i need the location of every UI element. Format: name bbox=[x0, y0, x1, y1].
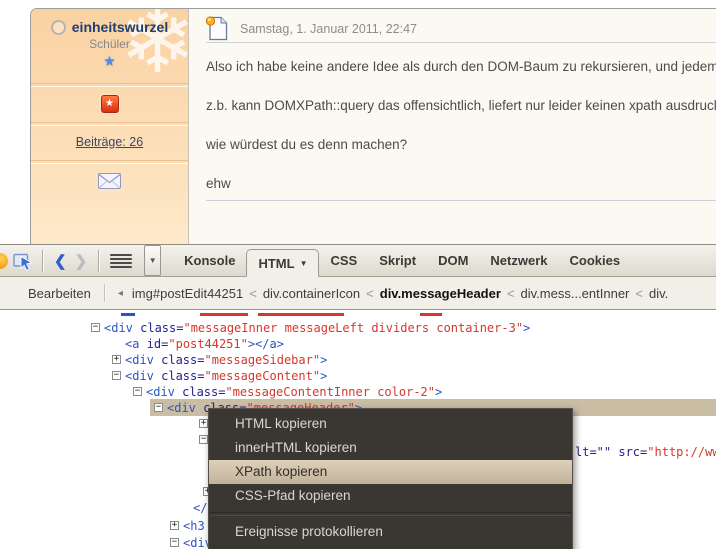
breadcrumb-item[interactable]: div.containerIcon bbox=[263, 286, 360, 301]
menu-icon[interactable] bbox=[110, 254, 132, 268]
breadcrumb-chevron: < bbox=[249, 286, 257, 301]
html-tree: −<div class="messageInner messageLeft di… bbox=[0, 310, 716, 549]
firebug-toolbar: ❮ ❯ ▼ Konsole HTML ▼ CSS Skript DOM Netzwerk Co… bbox=[0, 244, 716, 277]
context-menu: HTML kopiereninnerHTML kopierenXPath kop… bbox=[208, 408, 573, 549]
post-author-sidebar: ❄ einheitswurzel Schüler ★ ★ Beiträge: 2… bbox=[31, 9, 189, 253]
breadcrumb-item[interactable]: div.mess...entInner bbox=[521, 286, 630, 301]
expand-toggle-icon[interactable]: + bbox=[199, 419, 208, 428]
tab-label: Cookies bbox=[569, 253, 620, 268]
panel-dropdown-button[interactable]: ▼ bbox=[144, 245, 161, 276]
menu-item-xpath-kopieren[interactable]: XPath kopieren bbox=[209, 460, 572, 484]
tree-node-row[interactable]: −<div class="messageContent"> bbox=[0, 368, 716, 384]
menu-item-css-pfad-kopieren[interactable]: CSS-Pfad kopieren bbox=[209, 484, 572, 508]
rank-star-icon: ★ bbox=[31, 53, 188, 69]
forum-post-region: ❄ einheitswurzel Schüler ★ ★ Beiträge: 2… bbox=[0, 0, 716, 244]
post-body: Also ich habe keine andere Idee als durc… bbox=[206, 43, 716, 191]
clipped-row-fragment bbox=[420, 313, 442, 316]
breadcrumb-item[interactable]: img#postEdit44251 bbox=[132, 286, 243, 301]
breadcrumb-separator bbox=[104, 284, 105, 302]
forward-icon[interactable]: ❯ bbox=[71, 252, 92, 270]
post-paragraph: z.b. kann DOMXPath::query das offensicht… bbox=[206, 98, 716, 113]
firebug-icon[interactable] bbox=[0, 253, 8, 269]
tree-node-source: <div class="messageContentInner color-2"… bbox=[146, 384, 442, 400]
inspect-element-icon[interactable] bbox=[13, 250, 35, 272]
award-badge-icon: ★ bbox=[101, 95, 119, 113]
expand-toggle-icon[interactable]: − bbox=[154, 403, 163, 412]
author-name-link[interactable]: einheitswurzel bbox=[72, 19, 168, 35]
breadcrumb-chevron: < bbox=[635, 286, 643, 301]
breadcrumb-bar: Bearbeiten ◂ img#postEdit44251 < div.conta… bbox=[0, 277, 716, 310]
tab-html[interactable]: HTML ▼ bbox=[246, 249, 319, 277]
tree-node-source: <div class="messageInner messageLeft div… bbox=[104, 320, 530, 336]
breadcrumb-scroll-icon[interactable]: ◂ bbox=[118, 288, 123, 299]
tab-label: Netzwerk bbox=[490, 253, 547, 268]
author-section: einheitswurzel Schüler ★ bbox=[31, 9, 188, 83]
post-paragraph: wie würdest du es denn machen? bbox=[206, 137, 716, 152]
post-header: Samstag, 1. Januar 2011, 22:47 bbox=[206, 9, 716, 42]
tab-label: CSS bbox=[330, 253, 357, 268]
mail-section bbox=[31, 164, 188, 194]
expand-toggle-icon[interactable]: + bbox=[112, 355, 121, 364]
post-container: ❄ einheitswurzel Schüler ★ ★ Beiträge: 2… bbox=[30, 8, 716, 254]
expand-toggle-icon[interactable]: − bbox=[112, 371, 121, 380]
menu-item-html-kopieren[interactable]: HTML kopieren bbox=[209, 412, 572, 436]
post-timestamp: Samstag, 1. Januar 2011, 22:47 bbox=[240, 22, 417, 36]
author-rank: Schüler bbox=[31, 37, 188, 51]
breadcrumb-item[interactable]: div.messageHeader bbox=[380, 286, 501, 301]
firebug-tabs: Konsole HTML ▼ CSS Skript DOM Netzwerk Cookies bbox=[173, 245, 631, 276]
clipped-row-fragment bbox=[121, 313, 135, 316]
back-icon[interactable]: ❮ bbox=[50, 252, 71, 270]
tree-node-source: <a id="post44251"></a> bbox=[125, 336, 284, 352]
online-status-icon bbox=[51, 20, 66, 35]
tab-label: Skript bbox=[379, 253, 416, 268]
tab-skript[interactable]: Skript bbox=[368, 245, 427, 276]
breadcrumb-chevron: < bbox=[507, 286, 515, 301]
menu-item-ereignisse-protokollieren[interactable]: Ereignisse protokollieren bbox=[209, 520, 572, 544]
tab-label: Konsole bbox=[184, 253, 235, 268]
edit-button[interactable]: Bearbeiten bbox=[28, 286, 91, 301]
tree-node-source: lt="" src="http://ww bbox=[575, 444, 716, 460]
expand-toggle-icon[interactable]: + bbox=[170, 521, 179, 530]
expand-toggle-icon[interactable]: − bbox=[91, 323, 100, 332]
tree-node-row[interactable]: −<div class="messageContentInner color-2… bbox=[0, 384, 716, 400]
menu-separator bbox=[210, 512, 571, 516]
expand-toggle-icon[interactable]: − bbox=[199, 435, 208, 444]
tree-node-source: <div class="messageSidebar"> bbox=[125, 352, 327, 368]
chevron-down-icon[interactable]: ▼ bbox=[300, 259, 308, 268]
toolbar-separator bbox=[42, 250, 43, 272]
tab-dom[interactable]: DOM bbox=[427, 245, 479, 276]
posts-section: Beiträge: 26 bbox=[31, 126, 188, 160]
tab-netzwerk[interactable]: Netzwerk bbox=[479, 245, 558, 276]
tab-label: DOM bbox=[438, 253, 468, 268]
toolbar-separator bbox=[98, 250, 99, 272]
tree-node-source: <h3 bbox=[183, 518, 205, 534]
email-icon[interactable] bbox=[98, 173, 121, 189]
badge-section: ★ bbox=[31, 87, 188, 122]
post-paragraph: Also ich habe keine andere Idee als durc… bbox=[206, 59, 716, 74]
tab-cookies[interactable]: Cookies bbox=[558, 245, 631, 276]
breadcrumb-chevron: < bbox=[366, 286, 374, 301]
breadcrumb-item[interactable]: div. bbox=[649, 286, 668, 301]
post-end-divider bbox=[206, 200, 716, 201]
clipped-row-fragment bbox=[258, 313, 344, 316]
post-paragraph: ehw bbox=[206, 176, 716, 191]
expand-toggle-icon[interactable]: − bbox=[133, 387, 142, 396]
firebug-panel: ❮ ❯ ▼ Konsole HTML ▼ CSS Skript DOM Netzwerk Co… bbox=[0, 244, 716, 549]
tab-css[interactable]: CSS bbox=[319, 245, 368, 276]
tree-node-row[interactable]: + <div class="messageSidebar"> bbox=[0, 352, 716, 368]
post-content: Samstag, 1. Januar 2011, 22:47 Also ich … bbox=[189, 9, 716, 253]
posts-count-link[interactable]: Beiträge: 26 bbox=[76, 135, 143, 149]
clipped-row-fragment bbox=[200, 313, 248, 316]
tree-node-source: <div class="messageContent"> bbox=[125, 368, 327, 384]
tree-node-row[interactable]: −<div class="messageInner messageLeft di… bbox=[0, 320, 716, 336]
post-document-icon[interactable] bbox=[206, 16, 228, 41]
tree-node-row[interactable]: <a id="post44251"></a> bbox=[0, 336, 716, 352]
menu-item-innerhtml-kopieren[interactable]: innerHTML kopieren bbox=[209, 436, 572, 460]
tab-label: HTML bbox=[258, 256, 294, 271]
breadcrumb: img#postEdit44251 < div.containerIcon < div.… bbox=[132, 286, 716, 301]
tab-konsole[interactable]: Konsole bbox=[173, 245, 246, 276]
